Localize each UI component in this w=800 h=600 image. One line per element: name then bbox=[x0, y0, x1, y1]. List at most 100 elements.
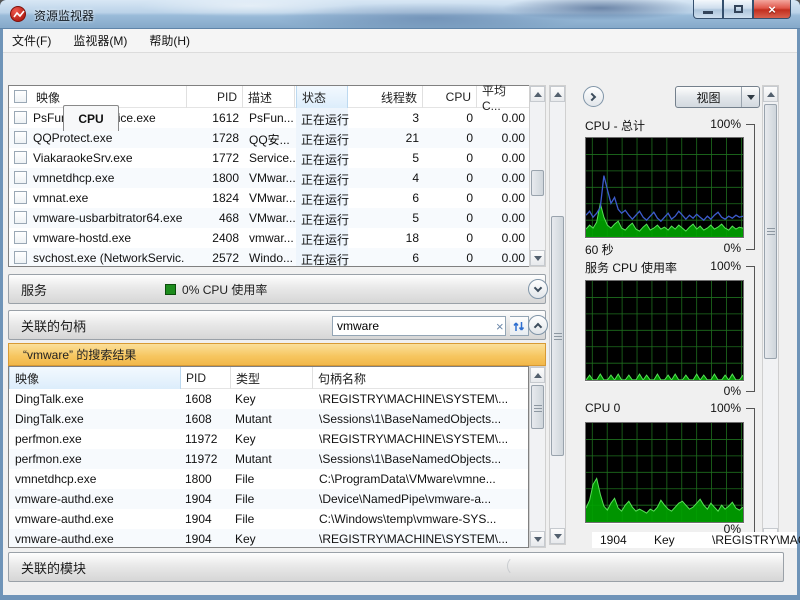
graph1-max: 100% bbox=[691, 117, 741, 131]
cell-c2-img: perfmon.exe bbox=[15, 452, 181, 466]
cell-c-img: svchost.exe (NetworkServic... bbox=[33, 251, 185, 265]
handle-row[interactable]: perfmon.exe11972Key\REGISTRY\MACHINE\SYS… bbox=[9, 429, 528, 449]
process-row[interactable]: ViakaraokeSrv.exe1772Service...正在运行500.0… bbox=[9, 148, 529, 168]
row-checkbox[interactable] bbox=[14, 111, 27, 124]
services-expand-button[interactable] bbox=[528, 279, 548, 299]
cell-c2-img: perfmon.exe bbox=[15, 432, 181, 446]
views-button[interactable]: 视图 bbox=[675, 86, 760, 108]
col-desc[interactable]: 描述 bbox=[243, 86, 295, 108]
tab-strip: 概述 CPU 内存 磁盘 网络 bbox=[3, 53, 797, 78]
cell-c-cpu: 0 bbox=[423, 171, 473, 185]
maximize-button[interactable] bbox=[723, 0, 753, 19]
cell-c-avg: 0.00 bbox=[477, 111, 525, 125]
cell-c2-name: \REGISTRY\MACHINE\SYSTEM\... bbox=[319, 532, 525, 546]
menu-monitor[interactable]: 监视器(M) bbox=[73, 32, 127, 49]
clear-search-icon[interactable]: × bbox=[496, 319, 504, 334]
service-cpu-graph bbox=[585, 280, 744, 381]
cell-c-thr: 4 bbox=[353, 171, 419, 185]
col-handle-pid[interactable]: PID bbox=[181, 367, 231, 389]
cell-c2-pid: 1608 bbox=[185, 412, 229, 426]
handles-table-scrollbar[interactable] bbox=[529, 366, 546, 548]
cell-c-pid: 1612 bbox=[187, 111, 239, 125]
handle-row[interactable]: perfmon.exe11972Mutant\Sessions\1\BaseNa… bbox=[9, 449, 528, 469]
cell-c-status: 正在运行 bbox=[301, 171, 351, 188]
handle-row[interactable]: DingTalk.exe1608Key\REGISTRY\MACHINE\SYS… bbox=[9, 389, 528, 409]
cell-c2-type: Mutant bbox=[235, 452, 313, 466]
tab-cpu[interactable]: CPU bbox=[63, 105, 119, 131]
process-table-scrollbar[interactable] bbox=[529, 85, 546, 267]
row-checkbox[interactable] bbox=[14, 231, 27, 244]
process-row[interactable]: vmnat.exe1824VMwar...正在运行600.00 bbox=[9, 188, 529, 208]
handles-table: 映像 PID 类型 句柄名称 DingTalk.exe1608Key\REGIS… bbox=[8, 366, 529, 548]
left-pane-scrollbar[interactable] bbox=[549, 85, 566, 545]
row-checkbox[interactable] bbox=[14, 191, 27, 204]
col-handle-name[interactable]: 句柄名称 bbox=[313, 367, 529, 389]
row-checkbox[interactable] bbox=[14, 251, 27, 264]
col-cpu[interactable]: CPU bbox=[423, 86, 477, 108]
menu-file[interactable]: 文件(F) bbox=[12, 32, 51, 49]
graph2-min: 0% bbox=[691, 384, 741, 398]
cell-c-pid: 1772 bbox=[187, 151, 239, 165]
chevron-down-icon bbox=[534, 283, 542, 291]
cell-c-thr: 21 bbox=[353, 131, 419, 145]
cell-c2-pid: 11972 bbox=[185, 452, 229, 466]
resource-monitor-window: 资源监视器 × 文件(F) 监视器(M) 帮助(H) 概述 CPU 内存 磁盘 … bbox=[0, 0, 800, 600]
views-dropdown-arrow[interactable] bbox=[741, 87, 759, 107]
cell-c-pid: 2572 bbox=[187, 251, 239, 265]
right-panel-scrollbar[interactable] bbox=[762, 85, 779, 545]
window-title: 资源监视器 bbox=[34, 7, 94, 24]
cell-c-avg: 0.00 bbox=[477, 131, 525, 145]
search-go-button[interactable] bbox=[510, 316, 529, 336]
minimize-button[interactable] bbox=[693, 0, 723, 19]
row-checkbox[interactable] bbox=[14, 171, 27, 184]
select-all-checkbox[interactable] bbox=[14, 90, 27, 103]
row-checkbox[interactable] bbox=[14, 211, 27, 224]
cell-c-img: vmware-hostd.exe bbox=[33, 231, 185, 245]
handle-row[interactable]: vmware-authd.exe1904Key\REGISTRY\MACHINE… bbox=[9, 529, 528, 547]
col-handle-image[interactable]: 映像 bbox=[9, 367, 181, 389]
cell-c-pid: 1800 bbox=[187, 171, 239, 185]
cell-c2-pid: 1904 bbox=[185, 492, 229, 506]
cell-c-thr: 5 bbox=[353, 151, 419, 165]
cell-c2-img: DingTalk.exe bbox=[15, 392, 181, 406]
title-bar[interactable]: 资源监视器 × bbox=[0, 0, 800, 29]
row-checkbox[interactable] bbox=[14, 131, 27, 144]
cell-c2-type: Key bbox=[235, 432, 313, 446]
cell-c-avg: 0.00 bbox=[477, 171, 525, 185]
cell-c-desc: VMwar... bbox=[249, 171, 295, 185]
close-icon: × bbox=[768, 3, 776, 16]
process-row[interactable]: QQProtect.exe1728QQ安...正在运行2100.00 bbox=[9, 128, 529, 148]
col-handle-type[interactable]: 类型 bbox=[231, 367, 313, 389]
process-row[interactable]: svchost.exe (NetworkServic...2572 Windo..… bbox=[9, 248, 529, 266]
col-avg-cpu[interactable]: 平均 C... bbox=[477, 86, 529, 108]
services-section-bar[interactable]: 服务 0% CPU 使用率 bbox=[8, 274, 546, 304]
handle-row[interactable]: vmware-authd.exe1904File\Device\NamedPip… bbox=[9, 489, 528, 509]
handle-row[interactable]: vmware-authd.exe1904FileC:\Windows\temp\… bbox=[9, 509, 528, 529]
col-status[interactable]: 状态 bbox=[296, 86, 348, 108]
close-button[interactable]: × bbox=[753, 0, 791, 19]
row-checkbox[interactable] bbox=[14, 151, 27, 164]
cell-c-desc: Windo... bbox=[249, 251, 295, 265]
cell-c-img: ViakaraokeSrv.exe bbox=[33, 151, 185, 165]
handles-section-bar[interactable]: 关联的句柄 × bbox=[8, 310, 546, 340]
process-row[interactable]: vmware-usbarbitrator64.exe468VMwar...正在运… bbox=[9, 208, 529, 228]
panel-collapse-button[interactable] bbox=[583, 86, 604, 107]
modules-label: 关联的模块 bbox=[21, 558, 86, 577]
handle-row[interactable]: DingTalk.exe1608Mutant\Sessions\1\BaseNa… bbox=[9, 409, 528, 429]
cell-c-img: vmnat.exe bbox=[33, 191, 185, 205]
search-input[interactable] bbox=[333, 319, 496, 333]
handles-collapse-button[interactable] bbox=[528, 315, 548, 335]
col-pid[interactable]: PID bbox=[187, 86, 243, 108]
process-row[interactable]: vmware-hostd.exe2408vmwar...正在运行1800.00 bbox=[9, 228, 529, 248]
process-row[interactable]: vmnetdhcp.exe1800VMwar...正在运行400.00 bbox=[9, 168, 529, 188]
menu-bar: 文件(F) 监视器(M) 帮助(H) bbox=[3, 29, 797, 53]
cell-c-status: 正在运行 bbox=[301, 211, 351, 228]
services-label: 服务 bbox=[21, 280, 47, 299]
menu-help[interactable]: 帮助(H) bbox=[149, 32, 190, 49]
handle-row[interactable]: vmnetdhcp.exe1800FileC:\ProgramData\VMwa… bbox=[9, 469, 528, 489]
modules-section-bar[interactable]: 关联的模块 bbox=[8, 552, 784, 582]
handles-table-header: 映像 PID 类型 句柄名称 bbox=[9, 367, 528, 389]
cell-c2-type: File bbox=[235, 492, 313, 506]
cell-c-desc: Service... bbox=[249, 151, 295, 165]
col-threads[interactable]: 线程数 bbox=[349, 86, 423, 108]
